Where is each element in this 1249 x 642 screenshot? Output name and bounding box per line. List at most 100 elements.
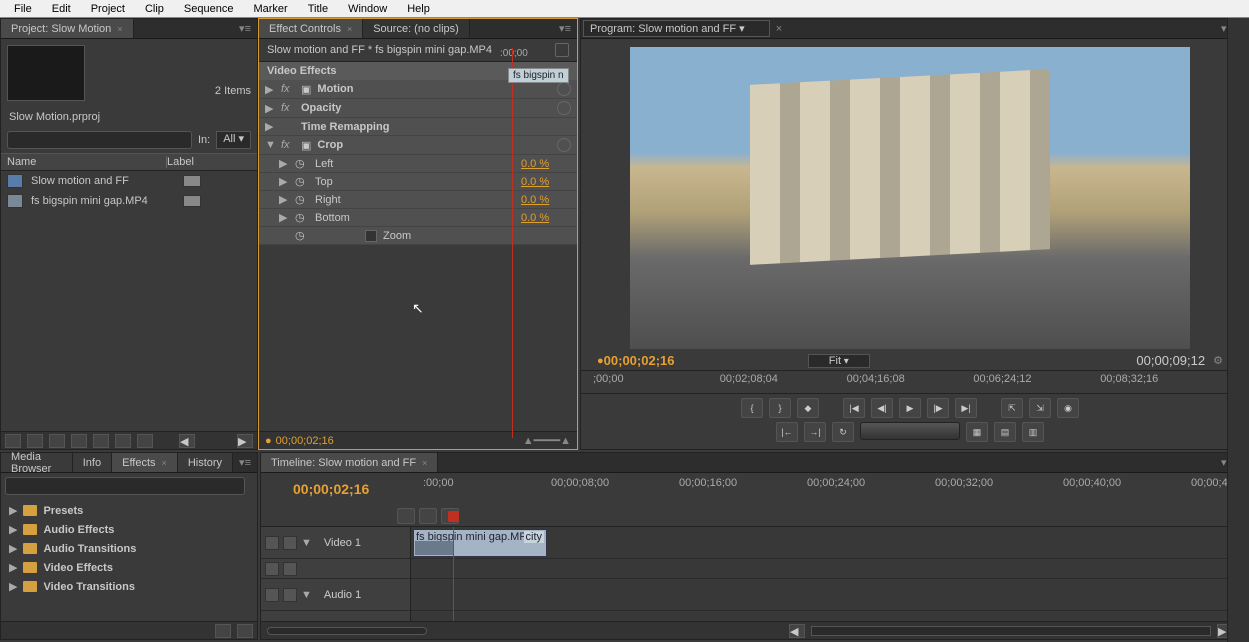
col-label[interactable]: Label <box>167 156 194 168</box>
fx-icon[interactable]: fx <box>281 83 295 95</box>
stopwatch-icon[interactable]: ◷ <box>295 193 309 206</box>
timeline-clip[interactable]: fs bigspin mini gap.MP4 city <box>413 529 547 557</box>
go-to-out-button[interactable]: ▶| <box>955 398 977 418</box>
program-sequence-dropdown[interactable]: Program: Slow motion and FF ▾ <box>583 20 770 37</box>
twirl-icon[interactable]: ▶ <box>279 211 289 224</box>
video-track-1[interactable]: fs bigspin mini gap.MP4 city <box>411 527 1239 559</box>
zoom-slider[interactable]: ▲━━━━▲ <box>523 434 571 447</box>
twirl-icon[interactable]: ▶ <box>9 523 17 536</box>
settings-icon[interactable]: ⚙ <box>1213 354 1223 367</box>
col-name[interactable]: Name <box>7 156 167 168</box>
mark-in-button[interactable]: { <box>741 398 763 418</box>
label-swatch[interactable] <box>183 175 201 187</box>
twirl-icon[interactable]: ▶ <box>265 102 275 115</box>
zoom-fit-dropdown[interactable]: Fit ▾ <box>808 354 870 368</box>
tab-effect-controls[interactable]: Effect Controls × <box>259 19 363 38</box>
effect-crop[interactable]: ▼ fx ▣ Crop <box>259 136 577 155</box>
effects-folder-video-effects[interactable]: ▶Video Effects <box>7 558 251 577</box>
menu-project[interactable]: Project <box>81 3 135 15</box>
trash-button[interactable] <box>237 624 253 638</box>
audio-track-header[interactable]: ▼ Audio 1 <box>261 579 410 611</box>
effects-search-input[interactable] <box>5 477 245 495</box>
close-icon[interactable]: × <box>347 24 352 34</box>
project-item[interactable]: fs bigspin mini gap.MP4 <box>1 191 257 211</box>
effects-folder-audio-transitions[interactable]: ▶Audio Transitions <box>7 539 251 558</box>
tab-source[interactable]: Source: (no clips) <box>363 19 470 38</box>
menu-sequence[interactable]: Sequence <box>174 3 244 15</box>
track-area[interactable]: fs bigspin mini gap.MP4 city <box>411 527 1239 627</box>
twirl-icon[interactable]: ▼ <box>301 589 312 601</box>
lift-button[interactable]: ⇱ <box>1001 398 1023 418</box>
video-track-1-expanded[interactable] <box>411 559 1239 579</box>
automate-button[interactable] <box>49 434 65 448</box>
menu-edit[interactable]: Edit <box>42 3 81 15</box>
list-view-button[interactable] <box>5 434 21 448</box>
timeline-zoom-slider[interactable] <box>267 627 427 635</box>
menu-title[interactable]: Title <box>298 3 338 15</box>
zoom-checkbox[interactable] <box>365 230 377 242</box>
project-item[interactable]: Slow motion and FF <box>1 171 257 191</box>
close-icon[interactable]: × <box>422 458 427 468</box>
close-icon[interactable]: × <box>162 458 167 468</box>
marker-button[interactable] <box>419 508 437 524</box>
jog-shuttle[interactable] <box>860 422 960 440</box>
menu-clip[interactable]: Clip <box>135 3 174 15</box>
timeline-timecode[interactable]: 00;00;02;16 <box>293 481 383 497</box>
panel-menu-icon[interactable]: ▾≡ <box>233 22 257 35</box>
param-value[interactable]: 0.0 % <box>521 194 571 206</box>
sync-toggle[interactable] <box>283 562 297 576</box>
new-bin-button[interactable] <box>215 624 231 638</box>
menu-marker[interactable]: Marker <box>243 3 297 15</box>
next-button[interactable]: ▶ <box>237 434 253 448</box>
param-value[interactable]: 0.0 % <box>521 176 571 188</box>
trim-button[interactable]: ▥ <box>1022 422 1044 442</box>
stopwatch-icon[interactable]: ◷ <box>295 229 309 242</box>
twirl-icon[interactable]: ▶ <box>265 120 275 133</box>
safe-margins-button[interactable]: ▦ <box>966 422 988 442</box>
stopwatch-icon[interactable]: ◷ <box>295 175 309 188</box>
stopwatch-icon[interactable]: ◷ <box>295 157 309 170</box>
program-ruler[interactable]: ;00;00 00;02;08;04 00;04;16;08 00;06;24;… <box>581 370 1239 394</box>
close-icon[interactable]: × <box>117 24 122 34</box>
twirl-icon[interactable]: ▶ <box>9 504 17 517</box>
audio-track-1[interactable] <box>411 579 1239 611</box>
menu-window[interactable]: Window <box>338 3 397 15</box>
tools-panel[interactable] <box>1227 18 1249 642</box>
twirl-icon[interactable]: ▶ <box>265 83 275 96</box>
tab-media-browser[interactable]: Media Browser <box>1 453 73 472</box>
lock-toggle[interactable] <box>283 588 297 602</box>
effects-folder-video-transitions[interactable]: ▶Video Transitions <box>7 577 251 596</box>
next-edit-button[interactable]: →| <box>804 422 826 442</box>
trash-button[interactable] <box>137 434 153 448</box>
play-button[interactable]: ▶ <box>899 398 921 418</box>
twirl-icon[interactable]: ▶ <box>9 542 17 555</box>
param-value[interactable]: 0.0 % <box>521 212 571 224</box>
twirl-icon[interactable]: ▶ <box>9 580 17 593</box>
twirl-icon[interactable]: ▶ <box>279 157 289 170</box>
fx-icon[interactable]: fx <box>281 139 295 151</box>
close-icon[interactable]: × <box>776 23 782 35</box>
effect-time-remapping[interactable]: ▶ Time Remapping <box>259 118 577 136</box>
tab-history[interactable]: History <box>178 453 233 472</box>
ec-playhead[interactable] <box>512 48 513 438</box>
keyframe-reset-icon[interactable] <box>557 101 571 115</box>
output-button[interactable]: ▤ <box>994 422 1016 442</box>
param-value[interactable]: 0.0 % <box>521 158 571 170</box>
tab-info[interactable]: Info <box>73 453 112 472</box>
timeline-playhead[interactable] <box>453 527 454 627</box>
keyframe-reset-icon[interactable] <box>557 82 571 96</box>
ec-timecode[interactable]: 00;00;02;16 <box>276 435 334 447</box>
prev-edit-button[interactable]: |← <box>776 422 798 442</box>
new-item-button[interactable] <box>115 434 131 448</box>
panel-menu-icon[interactable]: ▾≡ <box>553 22 577 35</box>
eye-toggle[interactable] <box>265 536 279 550</box>
menu-file[interactable]: File <box>4 3 42 15</box>
stopwatch-icon[interactable]: ◷ <box>295 211 309 224</box>
target-toggle[interactable] <box>265 562 279 576</box>
snap-button[interactable] <box>397 508 415 524</box>
twirl-icon[interactable]: ▼ <box>301 537 312 549</box>
monitor-view[interactable] <box>630 47 1190 349</box>
timeline-ruler[interactable]: :00;00 00;00;08;00 00;00;16;00 00;00;24;… <box>423 477 1231 501</box>
keyframe-reset-icon[interactable] <box>557 138 571 152</box>
effects-folder-audio-effects[interactable]: ▶Audio Effects <box>7 520 251 539</box>
